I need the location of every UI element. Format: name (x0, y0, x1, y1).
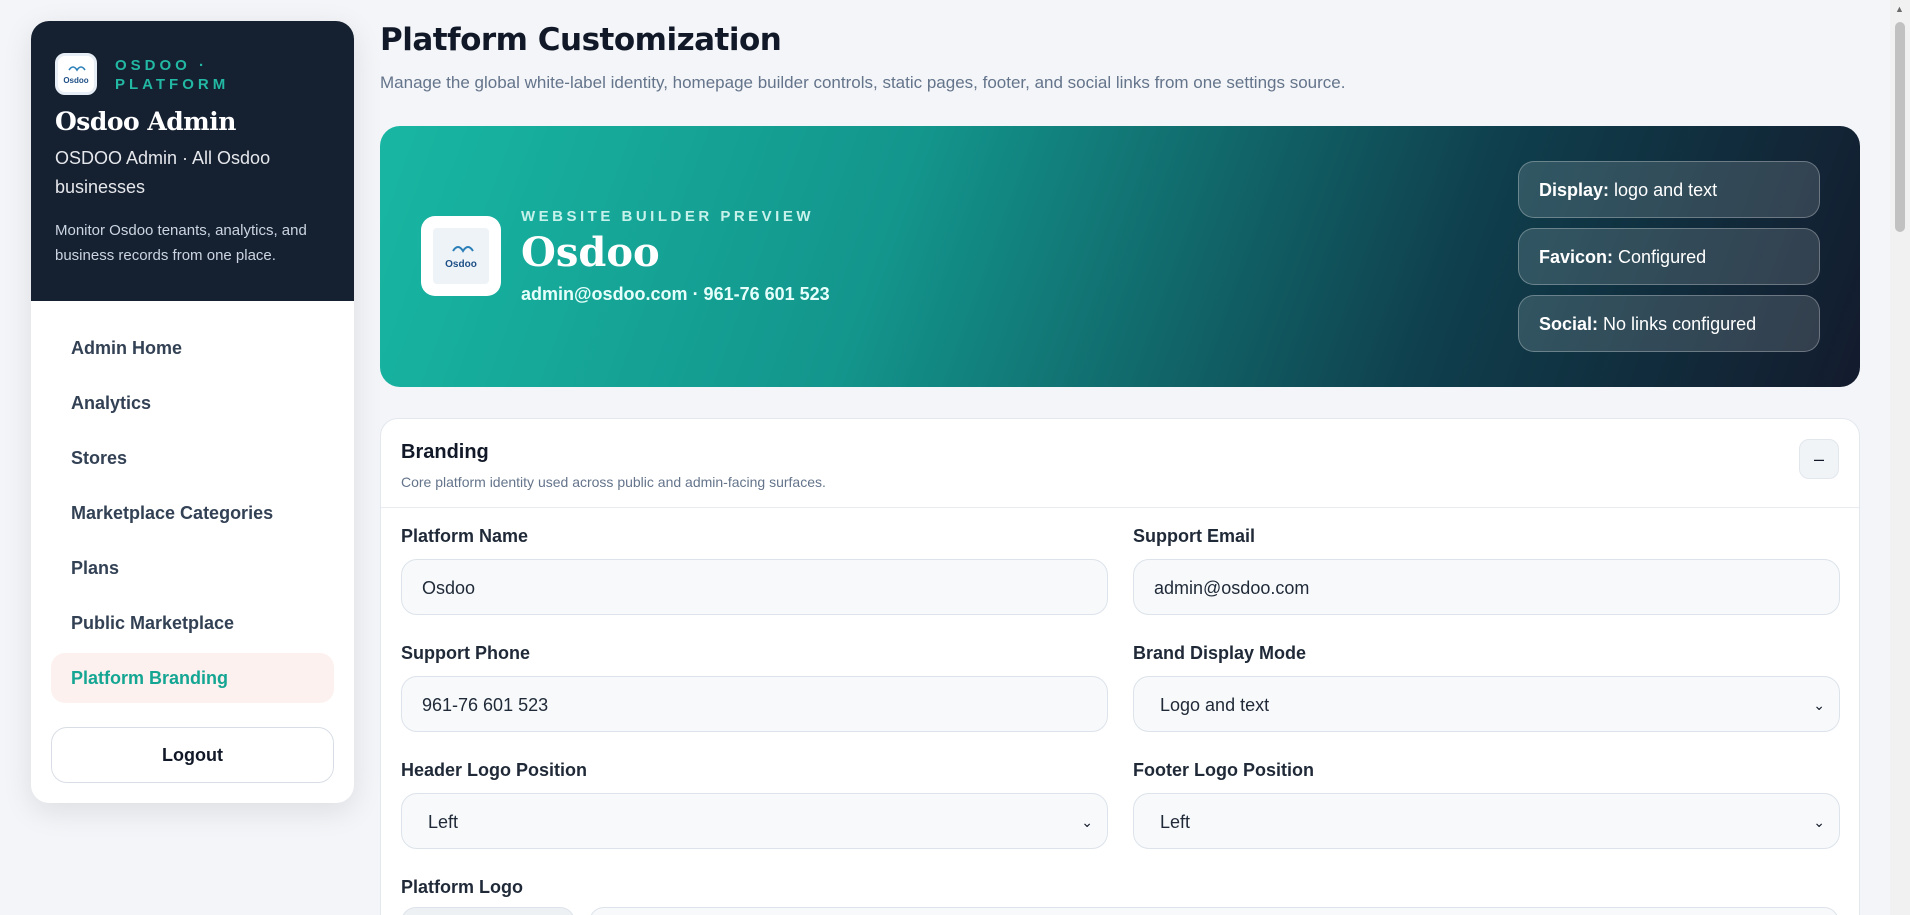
nav-item-public-marketplace[interactable]: Public Marketplace (51, 598, 334, 648)
nav-item-stores[interactable]: Stores (51, 433, 334, 483)
hero-eyebrow: WEBSITE BUILDER PREVIEW (521, 208, 815, 225)
header-logo-position-label: Header Logo Position (401, 760, 588, 780)
page-scrollbar[interactable]: ▲ (1890, 0, 1910, 915)
chip-favicon: Favicon: Configured (1518, 228, 1820, 285)
page-subtitle: Manage the global white-label identity, … (380, 73, 1346, 92)
sidebar-header: Osdoo OSDOO · PLATFORM Osdoo Admin OSDOO… (31, 21, 354, 301)
scroll-thumb[interactable] (1895, 22, 1905, 232)
chevron-down-icon: ⌄ (1813, 697, 1825, 713)
nav-item-marketplace-categories[interactable]: Marketplace Categories (51, 488, 334, 538)
footer-logo-position-value: Left (1160, 812, 1191, 832)
platform-name-input[interactable]: Osdoo (401, 559, 1108, 615)
support-phone-label: Support Phone (401, 643, 530, 663)
chevron-down-icon: ⌄ (1081, 814, 1093, 830)
platform-logo-label: Platform Logo (401, 877, 523, 897)
sidebar-subtitle: OSDOO Admin · All Osdoo businesses (55, 148, 271, 197)
hero-logo: Osdoo (421, 216, 501, 296)
chevron-down-icon: ⌄ (1813, 814, 1825, 830)
header-logo-position-select[interactable]: Left ⌄ (401, 793, 1108, 849)
brand-display-mode-label: Brand Display Mode (1133, 643, 1307, 663)
sidebar: Osdoo OSDOO · PLATFORM Osdoo Admin OSDOO… (31, 21, 354, 803)
hero-status-chips: Display: logo and text Favicon: Configur… (1518, 161, 1820, 362)
nav-item-admin-home[interactable]: Admin Home (51, 323, 334, 373)
platform-logo-upload-button[interactable] (401, 907, 575, 915)
hero-contact: admin@osdoo.com · 961-76 601 523 (521, 284, 830, 304)
branding-subtitle: Core platform identity used across publi… (401, 474, 826, 490)
nav-item-plans[interactable]: Plans (51, 543, 334, 593)
support-email-input[interactable]: admin@osdoo.com (1133, 559, 1840, 615)
logout-button[interactable]: Logout (51, 727, 334, 783)
branding-title: Branding (401, 441, 489, 463)
platform-name-label: Platform Name (401, 526, 529, 546)
scroll-up-icon[interactable]: ▲ (1895, 4, 1904, 14)
sidebar-title: Osdoo Admin (55, 107, 236, 136)
branding-card: Branding Core platform identity used acr… (380, 418, 1860, 915)
collapse-button[interactable]: – (1799, 439, 1839, 479)
chip-social: Social: No links configured (1518, 295, 1820, 352)
sidebar-description: Monitor Osdoo tenants, analytics, and bu… (55, 222, 307, 264)
sidebar-nav: Admin Home Analytics Stores Marketplace … (31, 301, 354, 703)
brand-display-mode-select[interactable]: Logo and text ⌄ (1133, 676, 1840, 732)
footer-logo-position-select[interactable]: Left ⌄ (1133, 793, 1840, 849)
nav-item-platform-branding[interactable]: Platform Branding (51, 653, 334, 703)
support-email-label: Support Email (1133, 526, 1256, 546)
brand-display-mode-value: Logo and text (1160, 695, 1270, 715)
page-title: Platform Customization (380, 22, 782, 58)
header-logo-position-value: Left (428, 812, 459, 832)
support-phone-input[interactable]: 961-76 601 523 (401, 676, 1108, 732)
hero-logo-text: Osdoo (445, 259, 477, 270)
footer-logo-position-label: Footer Logo Position (1133, 760, 1314, 780)
chip-display: Display: logo and text (1518, 161, 1820, 218)
brand-eyebrow: OSDOO · PLATFORM (115, 57, 230, 93)
website-builder-preview: Osdoo WEBSITE BUILDER PREVIEW Osdoo admi… (380, 126, 1860, 387)
logo-text: Osdoo (63, 76, 88, 85)
hero-platform-name: Osdoo (521, 229, 660, 276)
platform-logo-file-field[interactable] (589, 907, 1839, 915)
branding-card-header: Branding Core platform identity used acr… (381, 419, 1859, 508)
nav-item-analytics[interactable]: Analytics (51, 378, 334, 428)
osdoo-logo: Osdoo (55, 53, 97, 95)
